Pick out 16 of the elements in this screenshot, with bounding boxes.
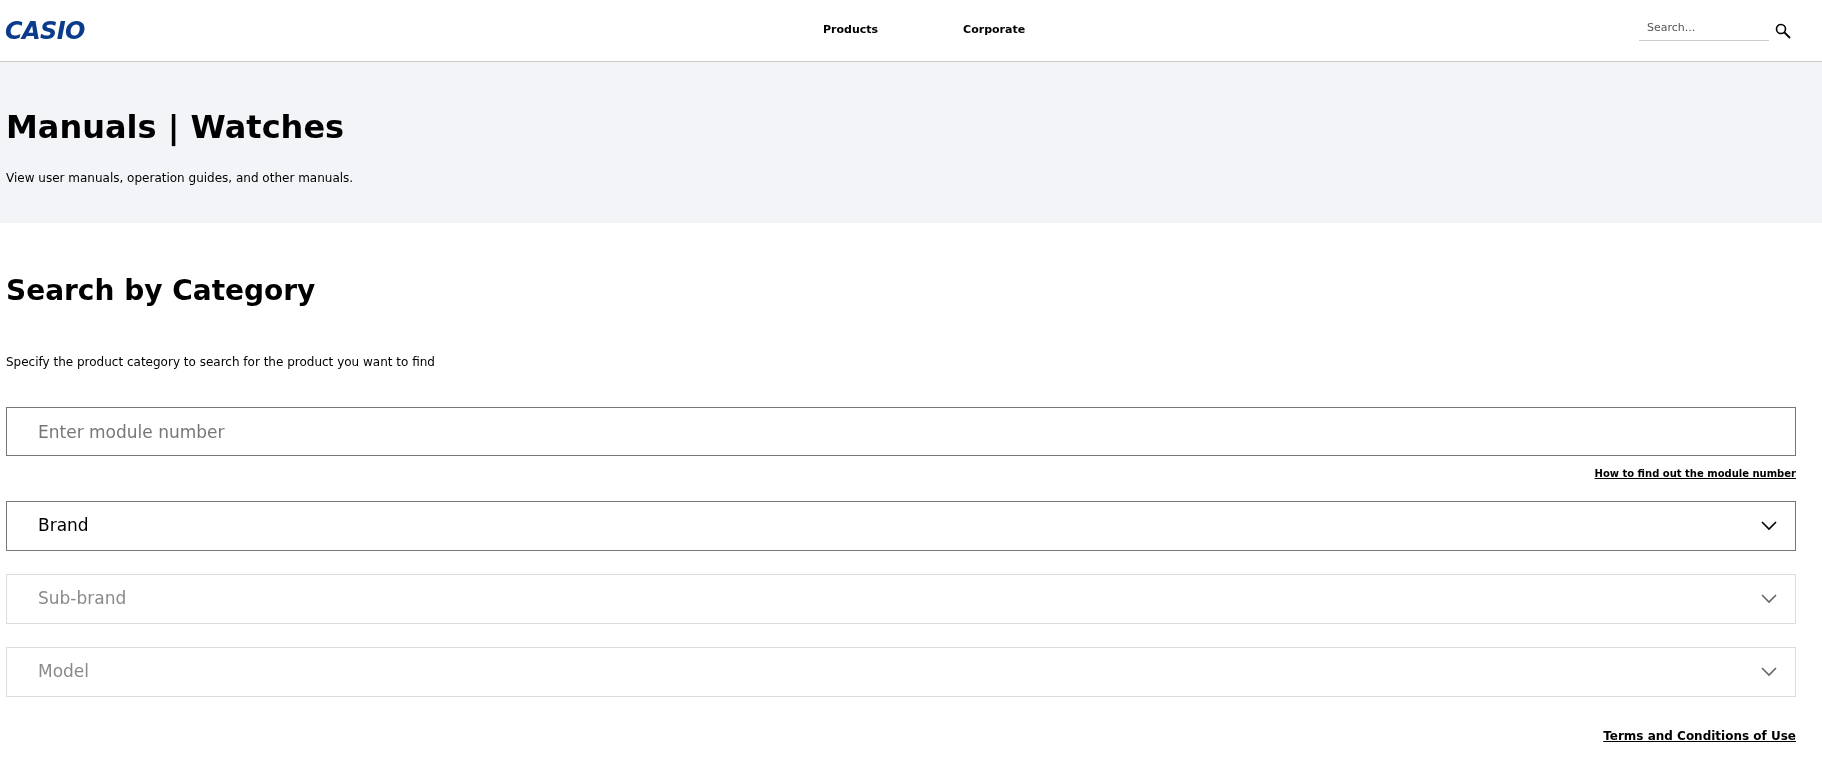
page-subtitle: View user manuals, operation guides, and other manuals. (6, 170, 355, 187)
section-title: Search by Category (6, 273, 317, 309)
page-title: Manuals | Watches (6, 107, 346, 147)
section-description: Specify the product category to search for the product you want to find (6, 354, 436, 371)
dropdown[interactable]: Brand (6, 501, 1796, 551)
nav-link[interactable]: Products (823, 22, 879, 39)
logo[interactable]: CASIO (5, 12, 85, 49)
chevron-down-icon (1761, 667, 1777, 677)
module-number-field[interactable]: Enter module number (6, 407, 1796, 456)
terms-link[interactable]: Terms and Conditions of Use (1603, 727, 1796, 745)
search-icon[interactable] (1775, 22, 1791, 39)
search-field[interactable]: Search... (1639, 19, 1769, 42)
help-link[interactable]: How to find out the module number (1594, 466, 1796, 481)
nav-link[interactable]: Corporate (963, 22, 1026, 39)
chevron-down-icon (1761, 521, 1777, 531)
chevron-down-icon (1761, 594, 1777, 604)
